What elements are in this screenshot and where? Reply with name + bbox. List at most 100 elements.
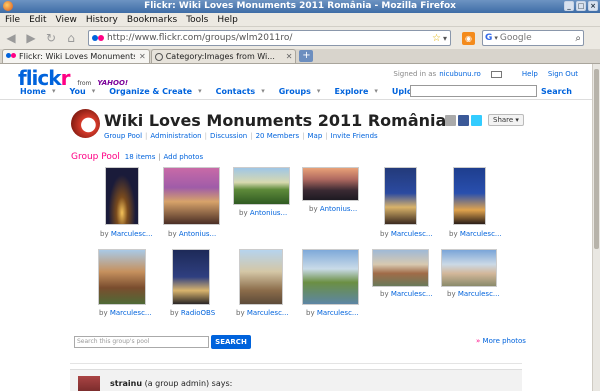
- url-text[interactable]: http://www.flickr.com/groups/wlm2011ro/: [107, 33, 432, 43]
- email-share-icon[interactable]: [445, 114, 456, 126]
- pool-count[interactable]: 18 items: [125, 153, 156, 161]
- page-content: flickr from YAHOO! Signed in as nicubunu…: [0, 64, 592, 391]
- share-button[interactable]: Share ▾: [488, 114, 524, 126]
- menu-edit[interactable]: Edit: [29, 15, 46, 25]
- rss-feed-icon[interactable]: ◉: [462, 32, 475, 45]
- group-link-discussion[interactable]: Discussion: [210, 132, 247, 140]
- chevron-down-icon[interactable]: ▾: [261, 87, 265, 96]
- back-icon[interactable]: ◀: [2, 29, 20, 47]
- new-tab-button[interactable]: +: [299, 50, 314, 62]
- photo-thumbnail[interactable]: [98, 249, 146, 305]
- scrollbar-thumb[interactable]: [594, 69, 599, 249]
- chevron-down-icon[interactable]: ▾: [317, 87, 321, 96]
- close-tab-icon[interactable]: ✕: [286, 52, 293, 61]
- photo-credit: by Marculesc...: [449, 230, 502, 238]
- group-avatar[interactable]: [71, 109, 100, 138]
- photo-author-link[interactable]: RadioOBS: [181, 309, 215, 317]
- engine-dropdown-icon[interactable]: ▾: [494, 34, 498, 42]
- home-icon[interactable]: ⌂: [62, 29, 80, 47]
- photo-thumbnail[interactable]: [105, 167, 139, 225]
- mail-icon[interactable]: [490, 70, 502, 78]
- photo-author-link[interactable]: Marculesc...: [247, 309, 289, 317]
- avatar[interactable]: [78, 376, 100, 391]
- flickr-search-button[interactable]: Search: [541, 87, 572, 96]
- browser-search-box[interactable]: G ▾ ⌕: [482, 30, 584, 46]
- photo-author-link[interactable]: Marculesc...: [460, 230, 502, 238]
- photo-author-link[interactable]: Marculesc...: [391, 230, 433, 238]
- photo-author-link[interactable]: Marculesc...: [110, 309, 152, 317]
- page-scrollbar[interactable]: [592, 64, 600, 391]
- reload-icon[interactable]: ↻: [42, 29, 60, 47]
- pool-title[interactable]: Group Pool: [71, 152, 120, 162]
- sign-out-link[interactable]: Sign Out: [548, 70, 578, 78]
- nav-organize-create[interactable]: Organize & Create: [109, 87, 192, 96]
- group-link-pool[interactable]: Group Pool: [104, 132, 142, 140]
- photo-thumbnail[interactable]: [453, 167, 486, 225]
- flickr-search-input[interactable]: [410, 85, 537, 97]
- tab-flickr[interactable]: Flickr: Wiki Loves Monuments 2... ✕: [2, 49, 150, 63]
- group-link-invite[interactable]: Invite Friends: [331, 132, 378, 140]
- browser-search-input[interactable]: [499, 33, 558, 43]
- group-link-map[interactable]: Map: [308, 132, 323, 140]
- discussion-preview: strainu (a group admin) says:: [70, 369, 522, 391]
- menu-file[interactable]: File: [5, 15, 20, 25]
- tab-wikimedia-category[interactable]: Category:Images from Wi... ✕: [150, 49, 297, 63]
- menu-tools[interactable]: Tools: [186, 15, 208, 25]
- add-photos-link[interactable]: Add photos: [163, 153, 203, 161]
- search-engine-icon[interactable]: G: [485, 33, 492, 43]
- twitter-share-icon[interactable]: [471, 114, 482, 126]
- tab-label: Flickr: Wiki Loves Monuments 2...: [19, 52, 135, 61]
- menu-bookmarks[interactable]: Bookmarks: [127, 15, 177, 25]
- minimize-icon[interactable]: _: [564, 1, 574, 11]
- close-icon[interactable]: ×: [588, 1, 598, 11]
- chevron-down-icon[interactable]: ▾: [374, 87, 378, 96]
- nav-explore[interactable]: Explore: [334, 87, 368, 96]
- facebook-share-icon[interactable]: [458, 114, 469, 126]
- menu-bar: File Edit View History Bookmarks Tools H…: [0, 13, 600, 27]
- group-link-members[interactable]: 20 Members: [256, 132, 300, 140]
- photo-thumbnail[interactable]: [441, 249, 497, 287]
- more-photos-link[interactable]: » More photos: [476, 337, 526, 345]
- nav-you[interactable]: You: [69, 87, 85, 96]
- pool-search-input[interactable]: Search this group's pool: [74, 336, 209, 348]
- search-icon[interactable]: ⌕: [575, 33, 581, 44]
- photo-thumbnail[interactable]: [163, 167, 220, 225]
- maximize-icon[interactable]: □: [576, 1, 586, 11]
- chevron-down-icon[interactable]: ▾: [92, 87, 96, 96]
- nav-contacts[interactable]: Contacts: [216, 87, 256, 96]
- forward-icon[interactable]: ▶: [22, 29, 40, 47]
- photo-thumbnail[interactable]: [302, 249, 359, 305]
- photo-thumbnail[interactable]: [302, 167, 359, 201]
- photo-author-link[interactable]: Antonius...: [179, 230, 216, 238]
- pool-search-button[interactable]: SEARCH: [211, 335, 251, 349]
- wikimedia-favicon: [154, 52, 163, 61]
- url-dropdown-icon[interactable]: ▾: [443, 34, 447, 43]
- photo-author-link[interactable]: Antonius...: [320, 205, 357, 213]
- photo-author-link[interactable]: Marculesc...: [317, 309, 359, 317]
- author-link[interactable]: strainu: [110, 379, 142, 388]
- group-link-administration[interactable]: Administration: [150, 132, 201, 140]
- menu-history[interactable]: History: [86, 15, 118, 25]
- photo-author-link[interactable]: Marculesc...: [111, 230, 153, 238]
- help-link[interactable]: Help: [522, 70, 538, 78]
- menu-view[interactable]: View: [56, 15, 77, 25]
- photo-thumbnail[interactable]: [239, 249, 283, 305]
- photo-thumbnail[interactable]: [172, 249, 210, 305]
- photo-thumbnail[interactable]: [233, 167, 290, 205]
- photo-thumbnail[interactable]: [372, 249, 429, 287]
- chevron-down-icon[interactable]: ▾: [52, 87, 56, 96]
- bookmark-star-icon[interactable]: ☆: [432, 33, 441, 44]
- photo-credit: by Antonius...: [309, 205, 358, 213]
- chevron-down-icon[interactable]: ▾: [198, 87, 202, 96]
- url-bar[interactable]: http://www.flickr.com/groups/wlm2011ro/ …: [88, 30, 451, 46]
- nav-groups[interactable]: Groups: [279, 87, 311, 96]
- photo-author-link[interactable]: Marculesc...: [458, 290, 500, 298]
- photo-author-link[interactable]: Marculesc...: [391, 290, 433, 298]
- nav-home[interactable]: Home: [20, 87, 46, 96]
- photo-author-link[interactable]: Antonius...: [250, 209, 287, 217]
- username-link[interactable]: nicubunu.ro: [439, 70, 481, 78]
- window-controls: _ □ ×: [564, 1, 598, 11]
- photo-thumbnail[interactable]: [384, 167, 417, 225]
- close-tab-icon[interactable]: ✕: [139, 52, 146, 61]
- menu-help[interactable]: Help: [217, 15, 238, 25]
